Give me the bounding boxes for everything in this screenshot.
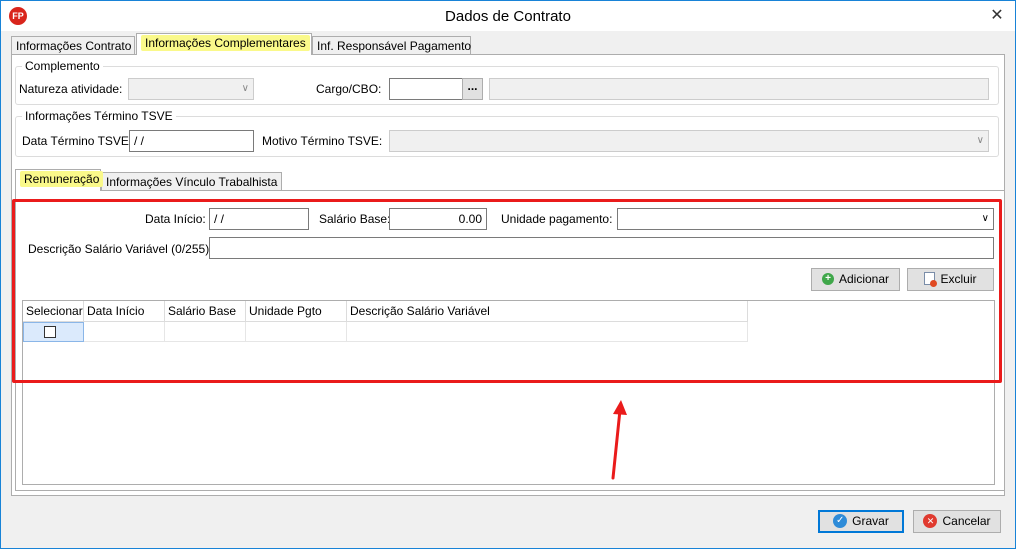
- data-termino-input[interactable]: / /: [129, 130, 254, 152]
- annotation-highlight-box: [12, 199, 1002, 383]
- window: FP Dados de Contrato ✕ Informações Contr…: [0, 0, 1016, 549]
- cancelar-button[interactable]: ✕ Cancelar: [913, 510, 1001, 533]
- cancel-icon: ✕: [923, 513, 938, 528]
- complemento-legend: Complemento: [25, 59, 100, 73]
- subtab-label-highlighted: Remuneração: [20, 171, 104, 187]
- chevron-down-icon: ∨: [976, 135, 984, 146]
- cargo-description: [489, 78, 989, 100]
- close-icon: ✕: [990, 7, 1004, 24]
- chevron-down-icon: ∨: [241, 83, 249, 94]
- gravar-button[interactable]: ✓ Gravar: [818, 510, 904, 533]
- natureza-label: Natureza atividade:: [19, 82, 123, 96]
- subtab-vinculo-trabalhista[interactable]: Informações Vínculo Trabalhista: [101, 172, 282, 191]
- cargo-label: Cargo/CBO:: [316, 82, 382, 96]
- natureza-combo[interactable]: ∨: [128, 78, 254, 100]
- tab-informacoes-contrato[interactable]: Informações Contrato: [11, 36, 135, 55]
- subtab-remuneracao[interactable]: Remuneração: [15, 169, 104, 191]
- ok-icon: ✓: [833, 513, 848, 528]
- cancelar-label: Cancelar: [942, 514, 991, 528]
- gravar-label: Gravar: [852, 514, 889, 528]
- cargo-input[interactable]: [389, 78, 463, 100]
- window-title: Dados de Contrato: [445, 8, 571, 25]
- data-termino-label: Data Término TSVE:: [22, 134, 133, 148]
- motivo-termino-label: Motivo Término TSVE:: [262, 134, 383, 148]
- cargo-lookup-button[interactable]: ...: [462, 78, 483, 100]
- annotation-arrow: [611, 400, 627, 480]
- close-button[interactable]: ✕: [983, 5, 1011, 27]
- tab-label-highlighted: Informações Complementares: [141, 35, 310, 51]
- termino-legend: Informações Término TSVE: [25, 109, 173, 123]
- title-bar: FP Dados de Contrato ✕: [1, 1, 1015, 31]
- tab-informacoes-complementares[interactable]: Informações Complementares: [136, 33, 312, 55]
- tab-inf-responsavel-pagamento[interactable]: Inf. Responsável Pagamento: [312, 36, 471, 55]
- motivo-termino-combo[interactable]: ∨: [389, 130, 989, 152]
